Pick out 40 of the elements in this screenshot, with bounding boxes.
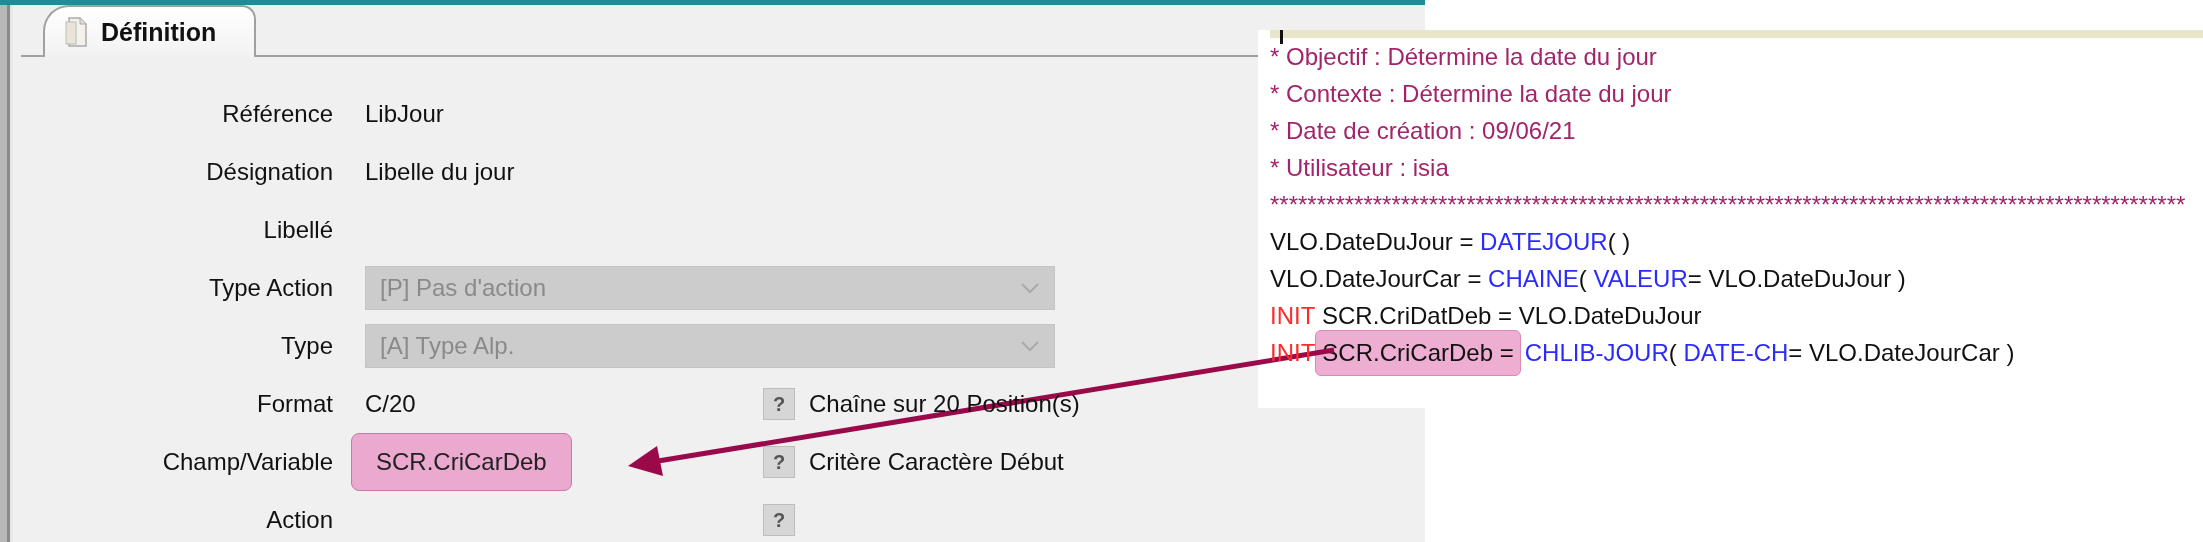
field-label: Référence bbox=[221, 100, 333, 128]
code-token: ************************************************************************************************** bbox=[1270, 190, 2186, 219]
field-label: Désignation bbox=[205, 158, 333, 186]
code-token: DATE-CH bbox=[1683, 338, 1789, 367]
field-label: Action bbox=[265, 506, 333, 534]
highlighted-code: SCR.CriCarDeb = bbox=[1315, 329, 1521, 376]
help-button[interactable]: ? bbox=[763, 504, 795, 536]
field-label: Type bbox=[279, 332, 333, 360]
code-token: CHLIB-JOUR bbox=[1524, 338, 1669, 367]
code-token: = VLO.DateDuJour ) bbox=[1687, 264, 1906, 293]
definition-tab[interactable]: Définition bbox=[43, 5, 257, 57]
code-token: ( bbox=[1668, 338, 1678, 367]
code-token: = VLO.DateJourCar ) bbox=[1788, 338, 2015, 367]
code-token: ( ) bbox=[1607, 227, 1631, 256]
field-value: SCR.CriCarDeb bbox=[351, 433, 572, 491]
field-value: LibJour bbox=[365, 100, 444, 128]
code-token: CHAINE bbox=[1488, 264, 1579, 293]
code-token: INIT bbox=[1270, 301, 1316, 330]
code-token: * Contexte : Détermine la date du jour bbox=[1270, 79, 1672, 108]
code-token: VLO.DateJourCar = bbox=[1270, 264, 1483, 293]
help-button[interactable]: ? bbox=[763, 388, 795, 420]
chevron-icon bbox=[1020, 282, 1040, 294]
chevron-icon bbox=[1020, 340, 1040, 352]
code-token: VLO.DateDuJour = bbox=[1270, 227, 1475, 256]
field-label: Champ/Variable bbox=[161, 448, 333, 476]
code-token: ( bbox=[1578, 264, 1588, 293]
code-token: DATEJOUR bbox=[1480, 227, 1608, 256]
code-token: * Date de création : 09/06/21 bbox=[1270, 116, 1576, 145]
code-token: * Utilisateur : isia bbox=[1270, 153, 1449, 182]
code-token: VALEUR bbox=[1593, 264, 1688, 293]
field-label: Type Action bbox=[207, 274, 333, 302]
field-value: C/20 bbox=[365, 390, 416, 418]
code-token: * Objectif : Détermine la date du jour bbox=[1270, 42, 1657, 71]
code-token: SCR.CriDatDeb = VLO.DateDuJour bbox=[1321, 301, 1702, 330]
help-text: Critère Caractère Début bbox=[809, 448, 1064, 476]
help-button[interactable]: ? bbox=[763, 446, 795, 478]
document-icon bbox=[65, 16, 89, 48]
field-label: Libellé bbox=[262, 216, 333, 244]
field-label: Format bbox=[256, 390, 333, 418]
field-value: Libelle du jour bbox=[365, 158, 515, 186]
